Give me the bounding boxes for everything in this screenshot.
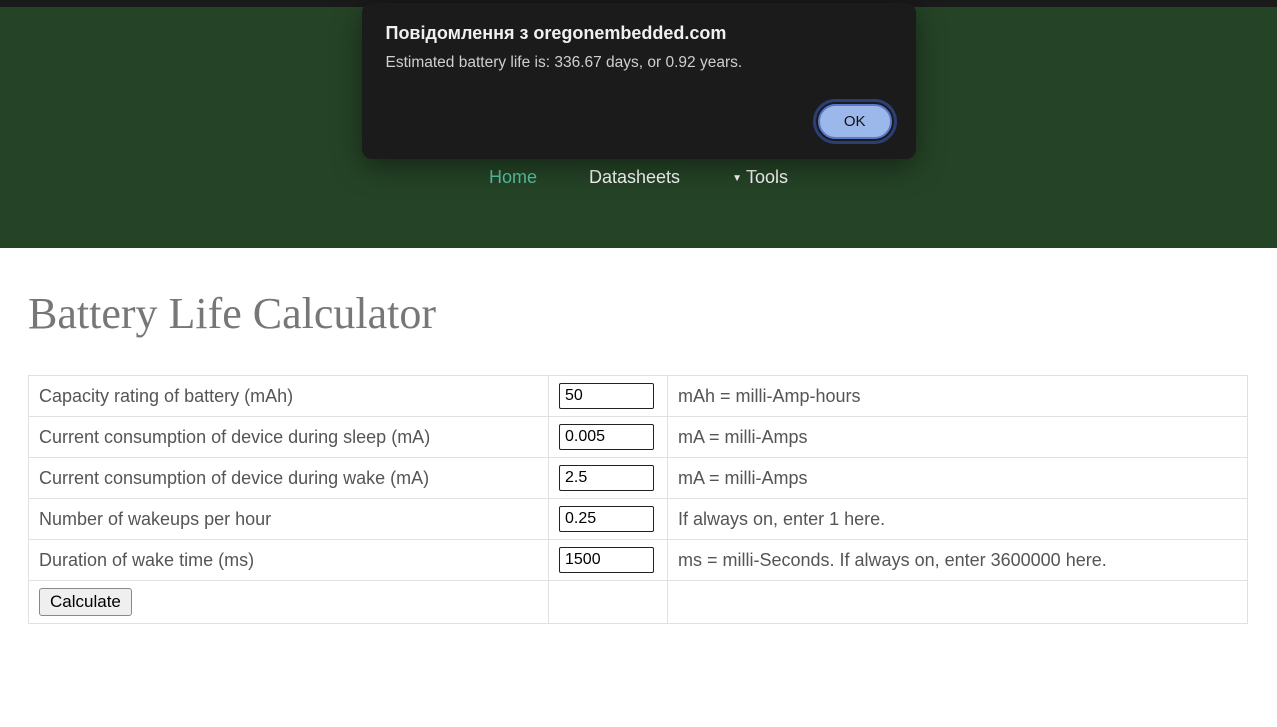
input-label: Current consumption of device during sle… — [28, 417, 548, 458]
input-label: Duration of wake time (ms) — [28, 540, 548, 581]
nav-datasheets[interactable]: Datasheets — [587, 156, 682, 198]
chevron-down-icon: ▼ — [732, 173, 742, 184]
input-label: Number of wakeups per hour — [28, 499, 548, 540]
wakeups-input[interactable] — [559, 506, 654, 532]
sleep-current-input[interactable] — [559, 424, 654, 450]
page-title: Battery Life Calculator — [28, 288, 1249, 339]
nav-tools[interactable]: ▼Tools — [730, 156, 790, 198]
calculate-button[interactable]: Calculate — [39, 588, 132, 616]
table-row: Number of wakeups per hour If always on,… — [28, 499, 1248, 540]
calculator-table: Capacity rating of battery (mAh) mAh = m… — [28, 375, 1248, 624]
input-label: Capacity rating of battery (mAh) — [28, 375, 548, 417]
wake-current-input[interactable] — [559, 465, 654, 491]
input-hint: mA = milli-Amps — [668, 417, 1248, 458]
table-row: Calculate — [28, 581, 1248, 624]
table-row: Duration of wake time (ms) ms = milli-Se… — [28, 540, 1248, 581]
table-row: Current consumption of device during wak… — [28, 458, 1248, 499]
capacity-input[interactable] — [559, 383, 654, 409]
alert-ok-button[interactable]: OK — [818, 104, 892, 139]
input-hint: mAh = milli-Amp-hours — [668, 375, 1248, 417]
main-nav: Home Datasheets ▼Tools — [0, 156, 1277, 198]
alert-title: Повідомлення з oregonembedded.com — [386, 23, 892, 44]
input-hint: ms = milli-Seconds. If always on, enter … — [668, 540, 1248, 581]
input-hint: If always on, enter 1 here. — [668, 499, 1248, 540]
table-row: Capacity rating of battery (mAh) mAh = m… — [28, 375, 1248, 417]
main-content: Battery Life Calculator Capacity rating … — [0, 248, 1277, 664]
alert-message: Estimated battery life is: 336.67 days, … — [386, 54, 892, 72]
input-label: Current consumption of device during wak… — [28, 458, 548, 499]
wake-duration-input[interactable] — [559, 547, 654, 573]
alert-dialog: Повідомлення з oregonembedded.com Estima… — [362, 3, 916, 159]
input-hint: mA = milli-Amps — [668, 458, 1248, 499]
table-row: Current consumption of device during sle… — [28, 417, 1248, 458]
nav-home[interactable]: Home — [487, 156, 539, 198]
